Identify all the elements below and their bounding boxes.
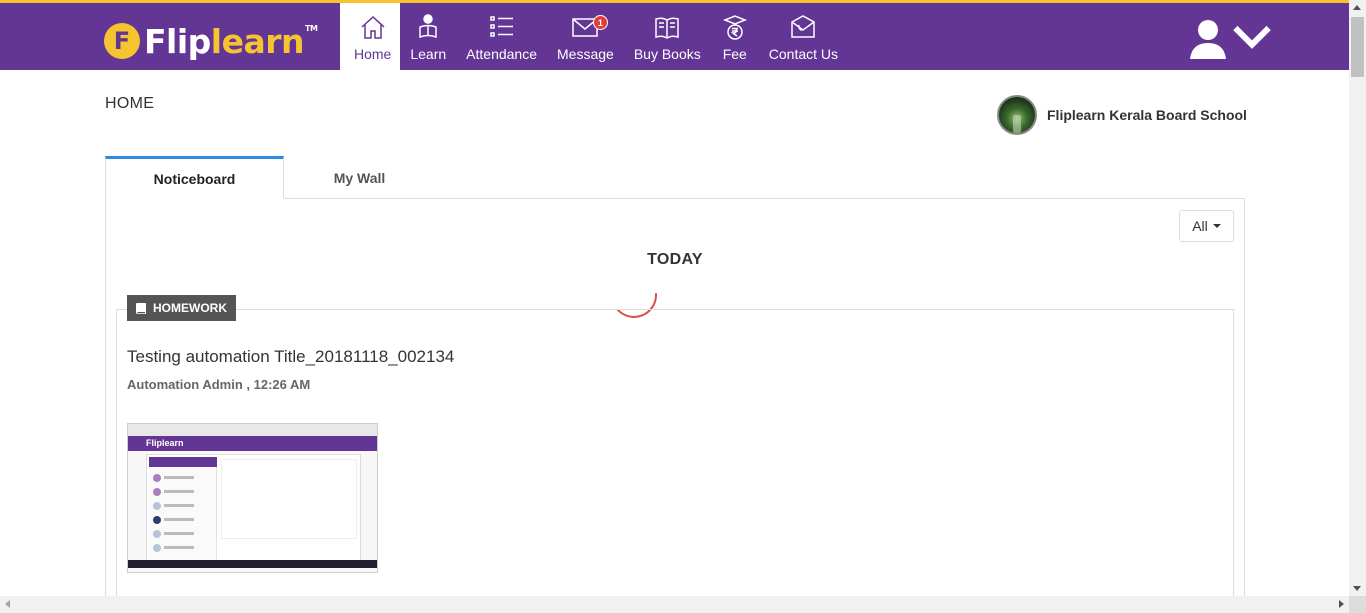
post-meta: Automation Admin , 12:26 AM (127, 377, 311, 392)
screenshot-row (153, 529, 213, 539)
screenshot-row (153, 473, 213, 483)
screenshot-row (153, 501, 213, 511)
caret-down-icon (1212, 224, 1221, 228)
homework-tag-label: HOMEWORK (153, 301, 227, 315)
school-name: Fliplearn Kerala Board School (1047, 107, 1247, 123)
nav-label-attendance: Attendance (466, 46, 538, 62)
homework-tag: HOMEWORK (127, 295, 236, 321)
nav-item-buy-books[interactable]: Buy Books (624, 3, 711, 70)
top-navbar: F FliplearnTM Home Learn Attendance 1 Me… (0, 0, 1349, 70)
home-icon (361, 15, 385, 39)
screenshot-content (221, 459, 357, 539)
nav-item-fee[interactable]: Fee (711, 3, 759, 70)
books-icon (655, 17, 680, 39)
screenshot-browser-bar (128, 424, 377, 436)
scroll-down-icon[interactable] (1353, 586, 1361, 591)
fliplearn-logo[interactable]: F FliplearnTM (104, 21, 318, 61)
scroll-up-icon[interactable] (1353, 5, 1361, 10)
school-info: Fliplearn Kerala Board School (997, 95, 1247, 135)
user-avatar-icon (1190, 20, 1226, 59)
logo-trademark: TM (305, 23, 318, 33)
screenshot-row (153, 487, 213, 497)
post-title[interactable]: Testing automation Title_20181118_002134 (127, 347, 454, 367)
nav-item-home[interactable]: Home (340, 3, 401, 70)
nav-label-home: Home (354, 46, 392, 62)
page-title: HOME (105, 95, 155, 112)
horizontal-scrollbar[interactable] (0, 596, 1349, 613)
screenshot-logo: Fliplearn (146, 438, 184, 448)
tab-noticeboard[interactable]: Noticeboard (105, 156, 284, 199)
vertical-scrollbar[interactable] (1349, 0, 1366, 596)
fee-icon (722, 15, 747, 40)
filter-dropdown[interactable]: All (1179, 210, 1234, 242)
scroll-left-icon[interactable] (5, 600, 10, 608)
screenshot-sidebar-header (149, 457, 217, 467)
tab-my-wall[interactable]: My Wall (285, 156, 434, 199)
feed-tabs: Noticeboard My Wall (105, 156, 1245, 199)
nav-label-message: Message (557, 46, 614, 62)
user-menu[interactable] (1188, 17, 1272, 59)
logo-text-yellow: learn (210, 21, 305, 61)
book-icon (136, 302, 146, 314)
nav-item-message[interactable]: 1 Message (547, 3, 624, 70)
chevron-down-icon (1233, 25, 1271, 49)
nav-label-buy-books: Buy Books (633, 46, 701, 62)
message-badge: 1 (592, 15, 608, 30)
screenshot-row (153, 543, 213, 553)
nav-label-fee: Fee (722, 46, 747, 62)
app-page: F FliplearnTM Home Learn Attendance 1 Me… (0, 0, 1366, 613)
logo-text-white: Flip (144, 21, 211, 61)
nav-item-contact-us[interactable]: Contact Us (759, 3, 848, 70)
school-avatar (997, 95, 1037, 135)
nav-item-learn[interactable]: Learn (400, 3, 456, 70)
logo-text: FliplearnTM (144, 21, 318, 61)
attendance-icon (489, 16, 513, 37)
nav-label-contact-us: Contact Us (768, 46, 839, 62)
logo-mark: F (104, 23, 140, 59)
nav-item-attendance[interactable]: Attendance (456, 3, 547, 70)
screenshot-sidebar (149, 457, 217, 561)
filter-selected: All (1192, 218, 1208, 234)
main-nav: Home Learn Attendance 1 Message Buy Book… (340, 3, 848, 70)
screenshot-body (146, 454, 361, 564)
scroll-right-icon[interactable] (1339, 600, 1344, 608)
contact-icon (791, 15, 816, 38)
scrollbar-corner (1349, 596, 1366, 613)
nav-label-learn: Learn (410, 46, 447, 62)
screenshot-row (153, 515, 213, 525)
date-section-label: TODAY (647, 251, 703, 268)
post-attachment-image[interactable]: Fliplearn (127, 423, 378, 573)
learn-icon (419, 14, 438, 39)
scrollbar-thumb[interactable] (1351, 17, 1364, 77)
screenshot-taskbar (128, 560, 377, 568)
